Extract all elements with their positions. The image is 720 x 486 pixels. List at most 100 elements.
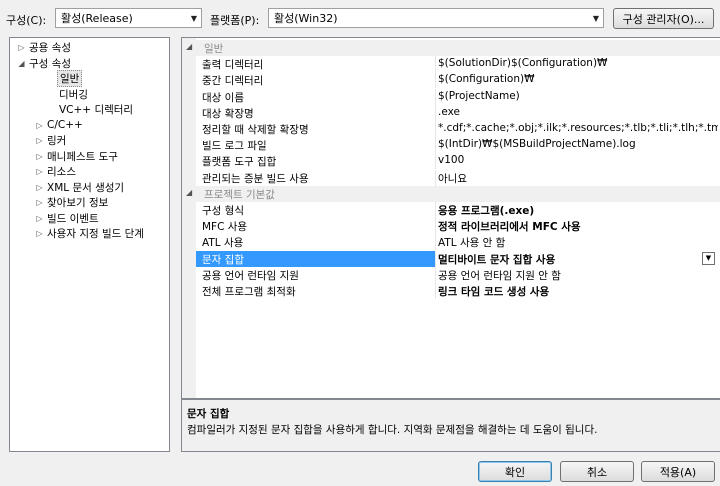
expand-arrow-icon[interactable]: ▷ [34, 136, 45, 145]
expand-arrow-icon[interactable]: ▷ [34, 167, 45, 176]
property-tree[interactable]: ▷ 공용 속성 ◢ 구성 속성 일반 디버깅 VC++ 디렉터리 ▷ C/C++ ▷ 링커 ▷ 매니페스… [9, 37, 170, 452]
dropdown-arrow-icon[interactable]: ▼ [702, 251, 715, 265]
tree-item-label: C/C++ [47, 119, 83, 131]
property-row[interactable]: 구성 형식 응용 프로그램(.exe) [182, 202, 720, 218]
config-combobox[interactable]: 활성(Release) ▼ [55, 8, 202, 28]
property-value[interactable]: v100 [438, 154, 718, 166]
tree-item[interactable]: ▷ 링커 [34, 133, 68, 148]
column-divider [435, 234, 436, 251]
property-name: 전체 프로그램 최적화 [202, 286, 296, 298]
property-row[interactable]: 대상 확장명 .exe [182, 104, 720, 121]
property-row[interactable]: 정리할 때 삭제할 확장명 *.cdf;*.cache;*.obj;*.ilk;*… [182, 121, 720, 137]
property-row[interactable]: 공용 언어 런타임 지원 공용 언어 런타임 지원 안 함 [182, 266, 720, 283]
property-row[interactable]: 중간 디렉터리 $(Configuration)₩ [182, 72, 720, 89]
chevron-down-icon: ▼ [190, 13, 198, 23]
collapse-arrow-icon[interactable]: ◢ [186, 188, 192, 197]
tree-item[interactable]: 일반 [46, 70, 83, 87]
property-row[interactable]: 관리되는 증분 빌드 사용 아니요 [182, 169, 720, 186]
tree-item-label: 매니페스트 도구 [47, 150, 118, 163]
platform-combobox[interactable]: 활성(Win32) ▼ [268, 8, 604, 28]
tree-item-label: 찾아보기 정보 [47, 197, 109, 209]
tree-item-label: 공용 속성 [29, 42, 71, 54]
column-divider [435, 104, 436, 121]
expand-arrow-icon[interactable]: ▷ [34, 229, 45, 238]
chevron-down-icon: ▼ [592, 13, 600, 23]
description-title: 문자 집합 [187, 408, 230, 420]
tree-item[interactable]: ▷ 사용자 지정 빌드 단계 [34, 226, 146, 241]
tree-item-label: 링커 [47, 135, 67, 147]
tree-item[interactable]: ▷ 찾아보기 정보 [34, 195, 110, 210]
tree-item[interactable]: ▷ 매니페스트 도구 [34, 149, 120, 164]
expand-arrow-icon[interactable]: ▷ [34, 198, 45, 207]
category-header[interactable]: ◢ 일반 [182, 40, 720, 56]
property-name: 빌드 로그 파일 [202, 140, 267, 153]
property-row[interactable]: 플랫폼 도구 집합 v100 [182, 153, 720, 170]
expand-arrow-icon[interactable]: ▷ [34, 214, 45, 223]
tree-item[interactable]: ▷ XML 문서 생성기 [34, 180, 126, 195]
description-panel: 문자 집합 컴파일러가 지정된 문자 집합을 사용하게 합니다. 지역화 문제점… [181, 399, 720, 452]
column-divider [435, 153, 436, 170]
tree-item-label: 사용자 지정 빌드 단계 [47, 228, 144, 240]
expand-arrow-icon[interactable]: ▷ [34, 121, 45, 130]
expand-arrow-icon[interactable]: ▷ [34, 183, 45, 192]
property-value[interactable]: 링크 타임 코드 생성 사용 [438, 284, 718, 299]
collapse-arrow-icon[interactable]: ◢ [186, 42, 192, 51]
property-name: 문자 집합 [202, 253, 244, 266]
property-value[interactable]: $(IntDir)₩$(MSBuildProjectName).log [438, 138, 718, 150]
property-row[interactable]: ATL 사용 ATL 사용 안 함 [182, 234, 720, 251]
apply-button[interactable]: 적용(A) [641, 461, 715, 482]
column-divider [435, 218, 436, 235]
property-value[interactable]: 공용 언어 런타임 지원 안 함 [438, 268, 718, 283]
config-manager-button[interactable]: 구성 관리자(O)... [613, 8, 714, 29]
collapse-arrow-icon[interactable]: ◢ [16, 59, 27, 68]
property-row[interactable]: 전체 프로그램 최적화 링크 타임 코드 생성 사용 [182, 283, 720, 299]
tree-item-label: 디버깅 [59, 88, 88, 101]
column-divider [435, 266, 436, 283]
ok-button[interactable]: 확인 [478, 461, 552, 482]
property-value[interactable]: ATL 사용 안 함 [438, 235, 718, 250]
tree-item[interactable]: ▷ 공용 속성 [16, 40, 73, 55]
property-name: 관리되는 증분 빌드 사용 [202, 172, 309, 185]
property-value[interactable]: 정적 라이브러리에서 MFC 사용 [438, 219, 718, 234]
property-row[interactable]: 대상 이름 $(ProjectName) [182, 88, 720, 105]
property-name: 정리할 때 삭제할 확장명 [202, 124, 309, 136]
property-value[interactable]: 아니요 [438, 171, 718, 186]
tree-item-label: 리소스 [47, 166, 76, 178]
property-row[interactable]: MFC 사용 정적 라이브러리에서 MFC 사용 [182, 218, 720, 235]
property-name: ATL 사용 [202, 237, 244, 250]
expand-arrow-icon[interactable]: ▷ [16, 43, 27, 52]
property-value[interactable]: $(Configuration)₩ [438, 73, 718, 85]
property-value[interactable]: $(SolutionDir)$(Configuration)₩ [438, 57, 718, 69]
tree-item[interactable]: ▷ C/C++ [34, 118, 85, 133]
tree-item[interactable]: VC++ 디렉터리 [46, 102, 135, 117]
column-divider [435, 283, 436, 299]
property-value[interactable]: 응용 프로그램(.exe) [438, 203, 718, 218]
cancel-button[interactable]: 취소 [560, 461, 634, 482]
tree-item-label: 구성 속성 [29, 57, 71, 70]
tree-item[interactable]: ◢ 구성 속성 [16, 56, 73, 71]
property-name: 출력 디렉터리 [202, 59, 264, 72]
platform-label: 플랫폼(P): [210, 14, 260, 27]
column-divider [435, 250, 436, 267]
property-name: 대상 이름 [202, 91, 244, 104]
property-value[interactable]: .exe [438, 106, 718, 118]
property-value[interactable]: 멀티바이트 문자 집합 사용 [438, 252, 718, 267]
property-value[interactable]: $(ProjectName) [438, 90, 718, 102]
tree-item[interactable]: ▷ 리소스 [34, 164, 78, 179]
property-row[interactable]: 빌드 로그 파일 $(IntDir)₩$(MSBuildProjectName).… [182, 137, 720, 154]
expand-arrow-icon[interactable]: ▷ [34, 152, 45, 161]
column-divider [435, 202, 436, 218]
property-grid[interactable]: ◢ 일반출력 디렉터리 $(SolutionDir)$(Configuration)… [181, 37, 720, 399]
category-title: 프로젝트 기본값 [204, 188, 275, 201]
property-value[interactable]: *.cdf;*.cache;*.obj;*.ilk;*.resources;*.… [438, 122, 718, 134]
tree-item[interactable]: 디버깅 [46, 87, 90, 102]
category-header[interactable]: ◢ 프로젝트 기본값 [182, 185, 720, 202]
property-row[interactable]: 문자 집합 멀티바이트 문자 집합 사용 ▼ [182, 250, 720, 267]
property-name: 공용 언어 런타임 지원 [202, 269, 299, 282]
property-name: 플랫폼 도구 집합 [202, 156, 277, 169]
tree-item-label: VC++ 디렉터리 [59, 104, 134, 116]
column-divider [435, 137, 436, 154]
tree-item[interactable]: ▷ 빌드 이벤트 [34, 211, 101, 226]
property-row[interactable]: 출력 디렉터리 $(SolutionDir)$(Configuration)₩ [182, 56, 720, 73]
property-name: 구성 형식 [202, 205, 244, 217]
